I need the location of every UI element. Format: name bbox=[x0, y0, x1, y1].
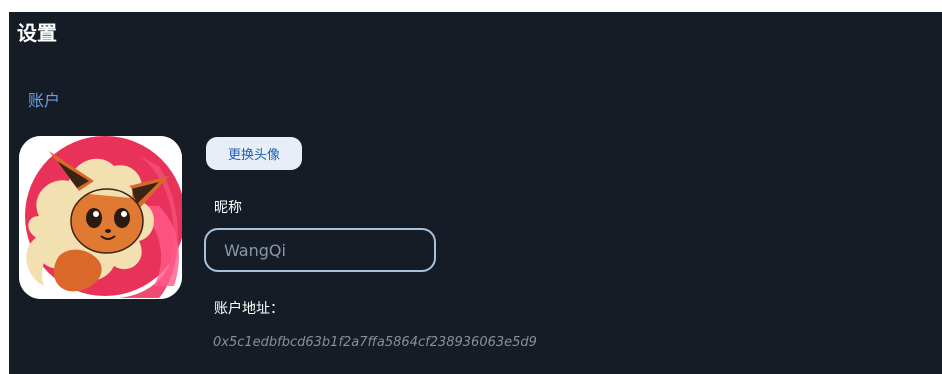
nickname-label: 昵称 bbox=[214, 200, 242, 216]
page-title: 设置 bbox=[17, 21, 57, 45]
account-address-value: 0x5c1edbfbcd63b1f2a7ffa5864cf238936063e5… bbox=[213, 335, 537, 350]
avatar bbox=[19, 136, 182, 299]
account-address-label: 账户地址： bbox=[214, 301, 284, 317]
account-section-title: 账户 bbox=[28, 91, 61, 110]
flareon-avatar-icon bbox=[19, 136, 182, 299]
nickname-input[interactable] bbox=[204, 228, 436, 272]
settings-panel: 设置 账户 更换头像 昵称 WangQi 账户地址： 0x5c1edbfbcd6… bbox=[9, 12, 942, 374]
change-avatar-button[interactable]: 更换头像 bbox=[206, 137, 302, 170]
